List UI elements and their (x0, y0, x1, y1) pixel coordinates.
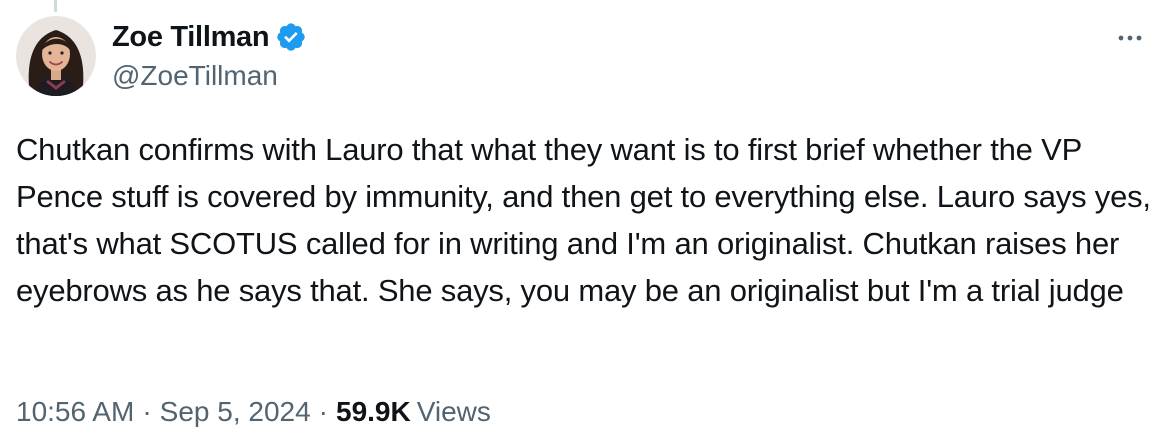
author-handle[interactable]: @ZoeTillman (112, 60, 278, 92)
author-display-name[interactable]: Zoe Tillman (112, 21, 270, 54)
meta-separator: · (142, 396, 152, 427)
verified-badge-icon[interactable] (275, 21, 307, 53)
views-label[interactable]: Views (417, 396, 491, 428)
views-count[interactable]: 59.9K (336, 396, 411, 428)
meta-separator: · (318, 396, 328, 427)
tweet-text: Chutkan confirms with Lauro that what th… (16, 132, 1151, 308)
thread-connector-line (54, 0, 57, 12)
avatar-image (16, 16, 96, 96)
tweet-metadata: 10:56 AM · Sep 5, 2024 · 59.9K Views (16, 396, 491, 428)
more-options-icon[interactable] (1112, 20, 1148, 56)
avatar[interactable] (16, 16, 96, 96)
tweet-time[interactable]: 10:56 AM (16, 396, 134, 428)
tweet-date[interactable]: Sep 5, 2024 (160, 396, 311, 428)
author-name-row[interactable]: Zoe Tillman (112, 18, 307, 56)
